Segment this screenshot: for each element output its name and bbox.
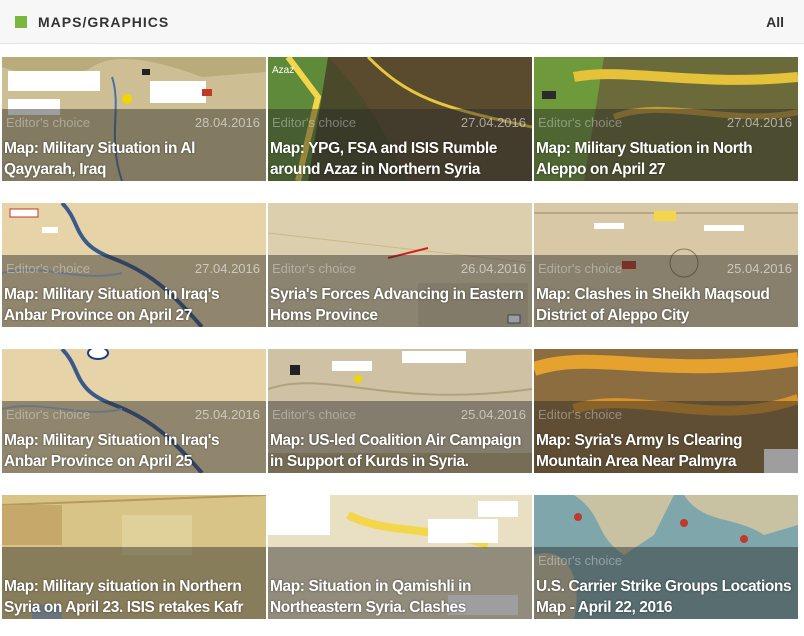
- card-title[interactable]: Map: Situation in Qamishli in Northeaste…: [270, 576, 528, 619]
- editor-choice-label: Editor's choice: [6, 261, 91, 276]
- map-card[interactable]: Map: Military situation in Northern Syri…: [2, 495, 266, 619]
- card-title[interactable]: Map: Syria's Army Is Clearing Mountain A…: [536, 430, 794, 472]
- card-title[interactable]: U.S. Carrier Strike Groups Locations Map…: [536, 576, 794, 618]
- editor-choice-label: Editor's choice: [6, 407, 91, 422]
- card-title[interactable]: Map: Military Situation in Iraq's Anbar …: [4, 284, 262, 326]
- editor-choice-label: Editor's choice: [538, 115, 623, 130]
- card-date: 27.04.2016: [460, 115, 526, 130]
- map-card[interactable]: Editor's choice 27.04.2016 Map: Military…: [534, 57, 798, 181]
- section-title: MAPS/GRAPHICS: [38, 14, 170, 30]
- card-date: 27.04.2016: [194, 261, 260, 276]
- card-title[interactable]: Map: US-led Coalition Air Campaign in Su…: [270, 430, 528, 473]
- map-card[interactable]: Editor's choice 25.04.2016 Map: Military…: [2, 349, 266, 473]
- card-date: 26.04.2016: [460, 261, 526, 276]
- svg-text:Azaz: Azaz: [272, 65, 294, 76]
- card-title[interactable]: Syria's Forces Advancing in Eastern Homs…: [270, 284, 528, 326]
- section-header: MAPS/GRAPHICS All: [0, 0, 804, 44]
- map-card[interactable]: Editor's choice Map: Syria's Army Is Cle…: [534, 349, 798, 473]
- map-card[interactable]: Editor's choice 25.04.2016 Map: US-led C…: [268, 349, 532, 473]
- card-date: 25.04.2016: [194, 407, 260, 422]
- map-card[interactable]: Editor's choice 27.04.2016 Map: Military…: [2, 203, 266, 327]
- card-date: 25.04.2016: [460, 407, 526, 422]
- editor-choice-label: Editor's choice: [6, 115, 91, 130]
- map-card[interactable]: Editor's choice 26.04.2016 Syria's Force…: [268, 203, 532, 327]
- map-card[interactable]: Editor's choice U.S. Carrier Strike Grou…: [534, 495, 798, 619]
- editor-choice-label: Editor's choice: [272, 115, 357, 130]
- card-title[interactable]: Map: Military Situation in Iraq's Anbar …: [4, 430, 262, 472]
- card-date: 25.04.2016: [726, 261, 792, 276]
- card-title[interactable]: Map: YPG, FSA and ISIS Rumble around Aza…: [270, 138, 528, 180]
- section-marker-icon: [15, 16, 27, 28]
- card-title[interactable]: Map: Military Situation in Al Qayyarah, …: [4, 138, 262, 180]
- card-title[interactable]: Map: Clashes in Sheikh Maqsoud District …: [536, 284, 794, 326]
- card-date: 27.04.2016: [726, 115, 792, 130]
- card-title[interactable]: Map: Military SItuation in North Aleppo …: [536, 138, 794, 180]
- editor-choice-label: Editor's choice: [538, 407, 623, 422]
- card-title[interactable]: Map: Military situation in Northern Syri…: [4, 576, 262, 619]
- map-card[interactable]: Map: Situation in Qamishli in Northeaste…: [268, 495, 532, 619]
- editor-choice-label: Editor's choice: [538, 261, 623, 276]
- editor-choice-label: Editor's choice: [272, 407, 357, 422]
- all-link[interactable]: All: [766, 14, 784, 30]
- editor-choice-label: Editor's choice: [272, 261, 357, 276]
- map-card[interactable]: Azaz Editor's choice 27.04.2016 Map: YPG…: [268, 57, 532, 181]
- map-card[interactable]: Editor's choice 28.04.2016 Map: Military…: [2, 57, 266, 181]
- editor-choice-label: Editor's choice: [538, 553, 623, 568]
- card-date: 28.04.2016: [194, 115, 260, 130]
- map-card[interactable]: Editor's choice 25.04.2016 Map: Clashes …: [534, 203, 798, 327]
